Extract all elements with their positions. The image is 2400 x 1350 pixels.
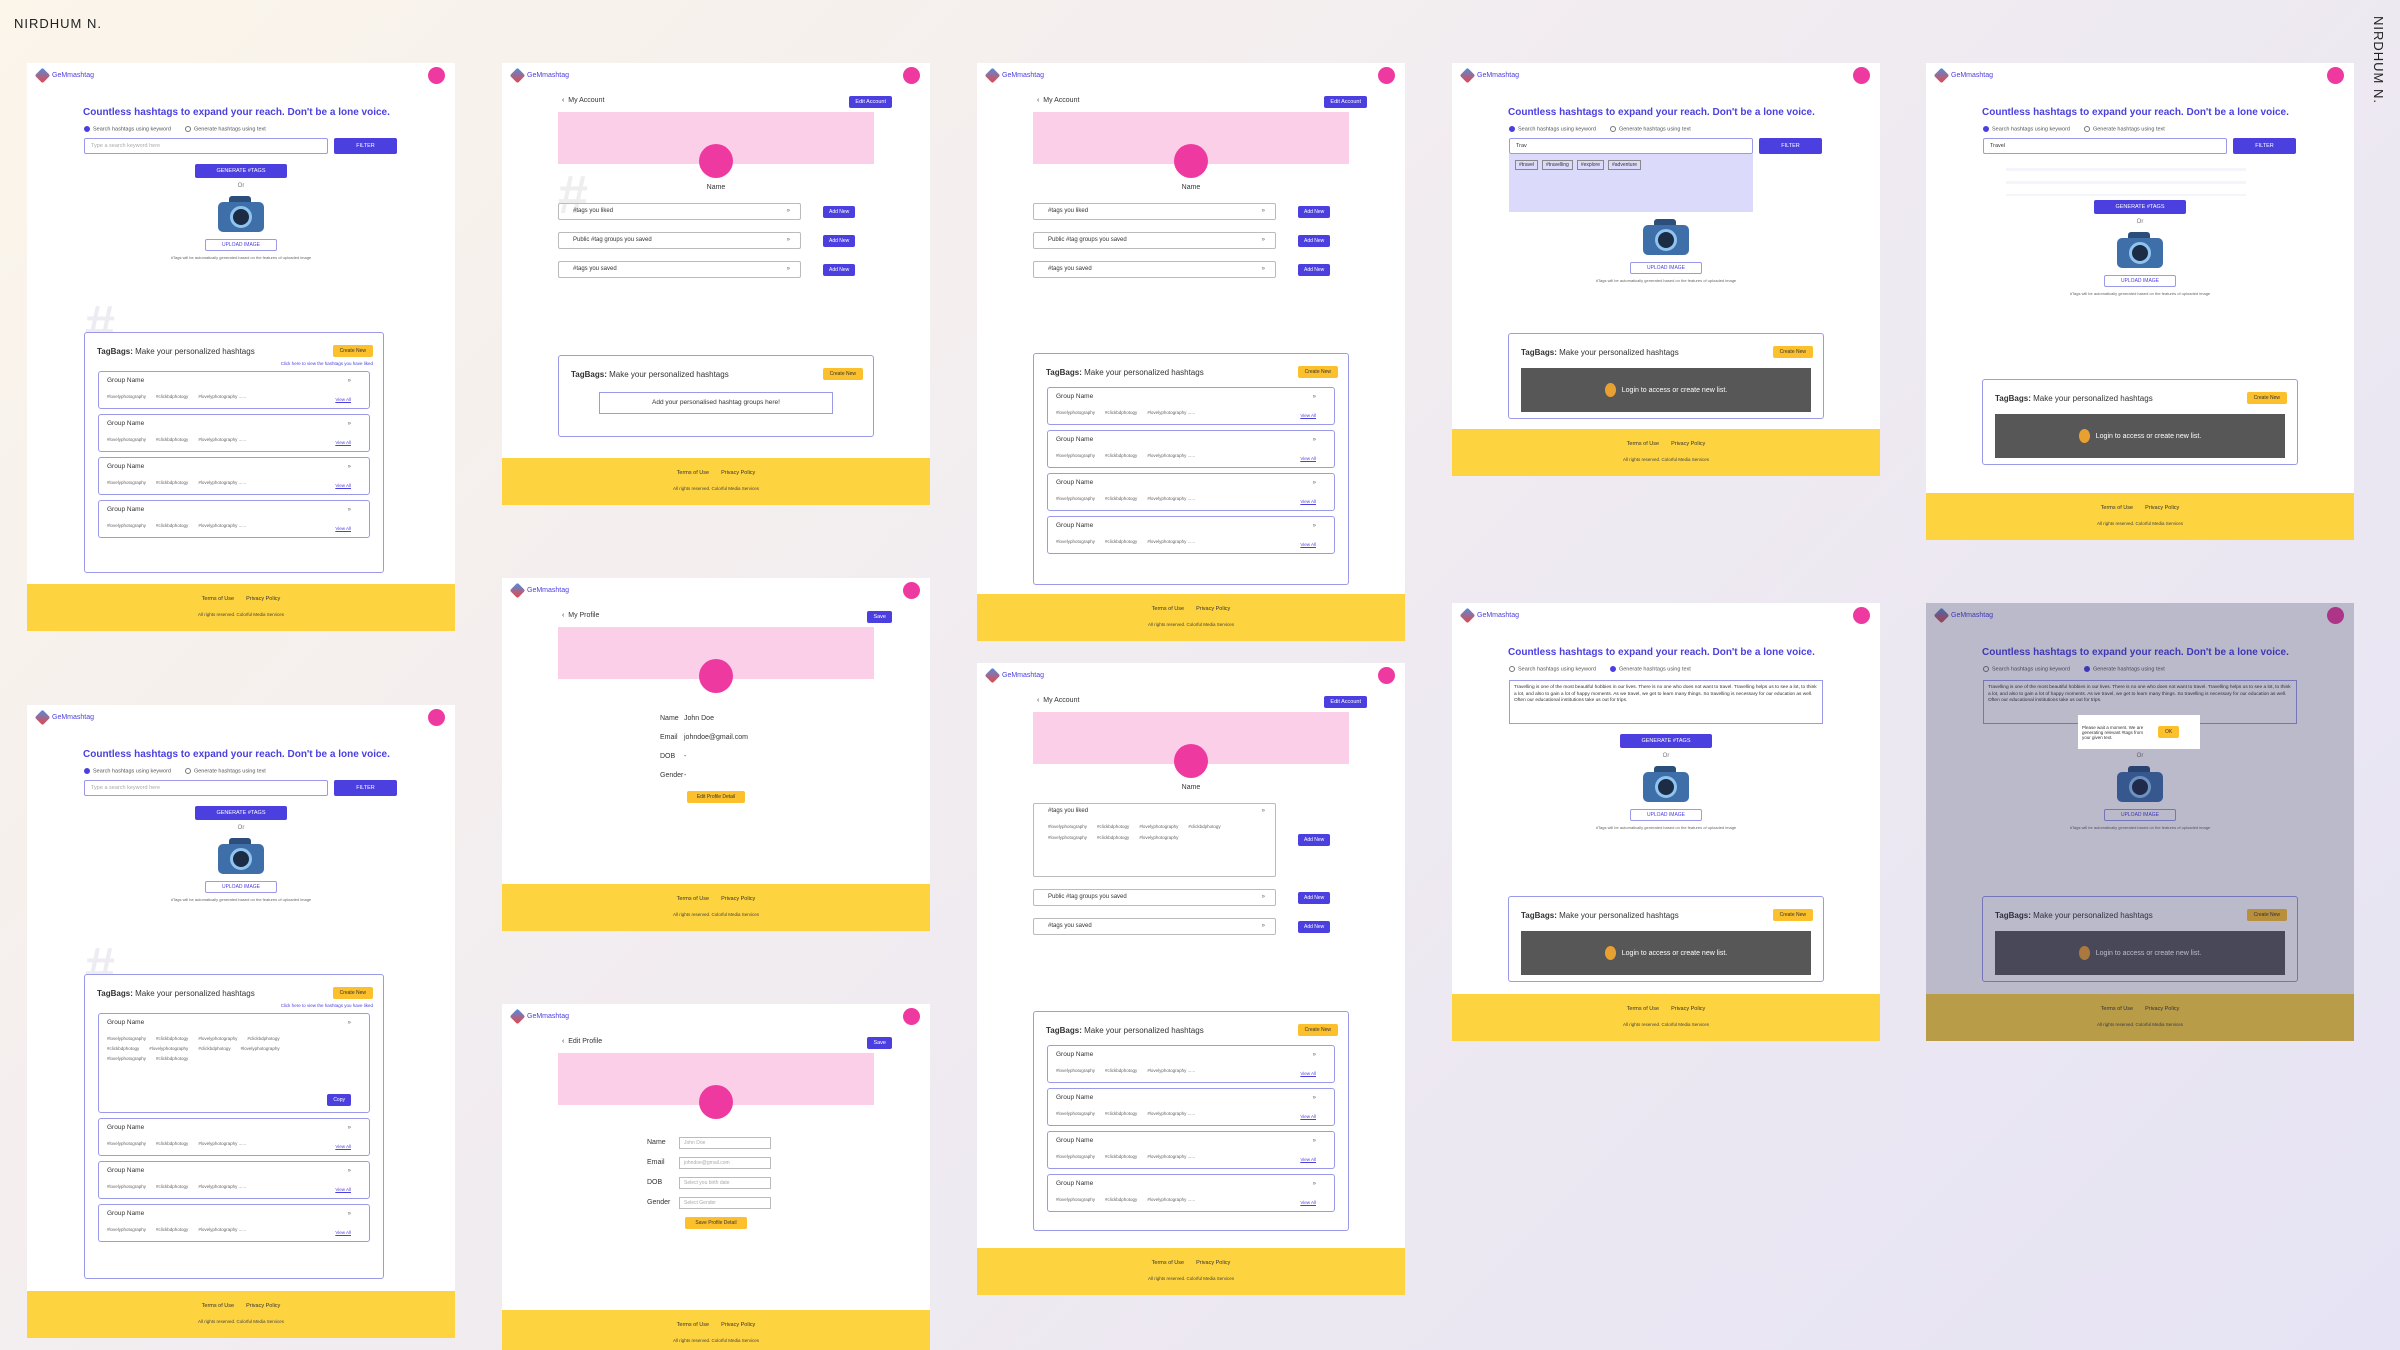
save-button[interactable]: Save — [867, 611, 892, 623]
upload-image-button[interactable]: UPLOAD IMAGE — [205, 239, 277, 252]
frame-home-expanded: GeMmashtag Countless hashtags to expand … — [27, 705, 455, 1338]
create-new-button[interactable]: Create New — [332, 987, 373, 999]
login-banner[interactable]: Login to access or create new list. — [1521, 368, 1811, 412]
profile-avatar — [699, 144, 733, 178]
avatar[interactable] — [1853, 66, 1870, 84]
tagbags-panel: TagBags: Make your personalized hashtags… — [84, 332, 384, 573]
frame-account-liked: GeMmashtag ‹ My Account Edit Account Name… — [977, 663, 1405, 1295]
group-card-expanded[interactable]: Group Name» #lovelyphotography #clickbdpho… — [98, 1013, 370, 1113]
back-link[interactable]: ‹ My Account Edit Account — [977, 687, 1405, 708]
add-new-button[interactable]: Add New — [823, 205, 856, 218]
logo[interactable]: GeMmashtag — [34, 709, 94, 725]
expand-icon: » — [347, 507, 351, 513]
avatar[interactable] — [1853, 606, 1870, 624]
terms-link[interactable]: Terms of Use — [202, 1303, 234, 1309]
group-card[interactable]: Group Name» #lovelyphotography #clickbdpho… — [98, 500, 370, 538]
email-field[interactable]: johndoe@gmail.com — [679, 1157, 771, 1169]
text-input[interactable]: Travelling is one of the most beautiful … — [1509, 680, 1823, 725]
logo[interactable]: GeMmashtag — [34, 67, 94, 83]
tagbags-panel: TagBags: Make your personalized hashtags… — [1033, 1011, 1349, 1231]
back-link[interactable]: ‹ My Account Edit Account — [977, 87, 1405, 108]
tagbags-panel: TagBags: Make your personalized hashtags… — [84, 974, 384, 1279]
group-card[interactable]: Group Name» #lovelyphotography #clickbdpho… — [98, 457, 370, 495]
search-input[interactable]: Trav — [1509, 138, 1753, 155]
frame-profile: GeMmashtag ‹ My Profile Save Name John Doe… — [502, 578, 930, 931]
logo[interactable]: GeMmashtag — [509, 67, 569, 83]
filter-button[interactable]: FILTER — [334, 780, 397, 797]
radio-text[interactable]: Generate hashtags using text — [184, 126, 266, 132]
expand-icon: » — [347, 378, 351, 384]
lock-icon — [1604, 383, 1616, 397]
tagbags-panel: TagBags: Make your personalized hashtags… — [1033, 353, 1349, 585]
public-accordion[interactable]: Public #tag groups you saved» — [558, 232, 801, 249]
privacy-link[interactable]: Privacy Policy — [246, 1303, 280, 1309]
radio-text[interactable]: Generate hashtags using text — [184, 768, 266, 774]
frame-filter: GeMmashtag Countless hashtags to expand … — [1926, 63, 2354, 540]
search-input[interactable]: Type a search keyword here — [84, 138, 328, 155]
avatar[interactable] — [1378, 66, 1395, 84]
group-card[interactable]: Group Name» #lovelyphotography #clickbdpho… — [98, 1161, 370, 1199]
search-input[interactable]: Type a search keyword here — [84, 780, 328, 797]
page-title: Countless hashtags to expand your reach.… — [83, 107, 390, 118]
group-card[interactable]: Group Name» #lovelyphotography #clickbdpho… — [98, 371, 370, 409]
liked-accordion[interactable]: #tags you liked» — [558, 203, 801, 220]
frame-account-empty: GeMmashtag ‹ My Account Edit Account # Na… — [502, 63, 930, 505]
camera-icon — [215, 194, 267, 233]
avatar[interactable] — [428, 66, 445, 84]
loading-popup: Please wait a moment. We are generating … — [2078, 715, 2200, 749]
page-title: Countless hashtags to expand your reach.… — [83, 749, 390, 760]
author-name-vertical: NIRDHUM N. — [2371, 16, 2386, 104]
avatar[interactable] — [903, 581, 920, 599]
group-card[interactable]: Group Name» #lovelyphotography #clickbdpho… — [98, 1204, 370, 1242]
avatar[interactable] — [2327, 66, 2344, 84]
saved-accordion[interactable]: #tags you saved» — [558, 261, 801, 278]
filter-button[interactable]: FILTER — [334, 138, 397, 155]
avatar[interactable] — [428, 708, 445, 726]
filter-options-panel — [2006, 158, 2246, 197]
modal-overlay — [1926, 603, 2354, 1041]
tagbags-panel: TagBags: Make your personalized hashtags… — [558, 355, 874, 437]
expand-icon: » — [347, 421, 351, 427]
ok-button[interactable]: OK — [2158, 726, 2180, 738]
author-name: NIRDHUM N. — [14, 16, 102, 31]
edit-account-button[interactable]: Edit Account — [849, 96, 892, 108]
group-card[interactable]: Group Name» #lovelyphotography #clickbdpho… — [98, 1118, 370, 1156]
liked-link[interactable]: Click here to view the hashtags you have… — [85, 361, 383, 366]
add-group-prompt[interactable]: Add your personalised hashtag groups her… — [599, 392, 833, 414]
frame-generate-text: GeMmashtag Countless hashtags to expand … — [1452, 603, 1880, 1041]
frame-search-suggest: GeMmashtag Countless hashtags to expand … — [1452, 63, 1880, 476]
avatar[interactable] — [903, 66, 920, 84]
edit-profile-button[interactable]: Edit Profile Detail — [687, 791, 745, 803]
save-profile-button[interactable]: Save Profile Detail — [685, 1217, 747, 1229]
radio-keyword[interactable]: Search hashtags using keyword — [84, 126, 171, 132]
frame-edit-profile: GeMmashtag ‹ Edit Profile Save Name John D… — [502, 1004, 930, 1350]
expand-icon: » — [347, 464, 351, 470]
avatar[interactable] — [1378, 666, 1395, 684]
logo-icon — [34, 67, 51, 83]
avatar[interactable] — [903, 1007, 920, 1025]
logo-icon — [34, 709, 51, 725]
upload-image-button[interactable]: UPLOAD IMAGE — [205, 881, 277, 894]
suggestion-dropdown: #travel #travelling #explore #adventure — [1509, 154, 1753, 213]
frame-generating: GeMmashtag Countless hashtags to expand … — [1926, 603, 2354, 1041]
group-card[interactable]: Group Name» #lovelyphotography #clickbdpho… — [98, 414, 370, 452]
create-new-button[interactable]: Create New — [332, 345, 373, 357]
camera-icon — [215, 836, 267, 875]
dob-field[interactable]: Select you birth date — [679, 1177, 771, 1189]
privacy-link[interactable]: Privacy Policy — [246, 596, 280, 602]
name-field[interactable]: John Doe — [679, 1137, 771, 1149]
generate-button[interactable]: GENERATE #TAGS — [195, 806, 287, 821]
generate-button[interactable]: GENERATE #TAGS — [195, 164, 287, 179]
terms-link[interactable]: Terms of Use — [202, 596, 234, 602]
frame-home: GeMmashtag Countless hashtags to expand … — [27, 63, 455, 631]
liked-link[interactable]: Click here to view the hashtags you have… — [85, 1003, 383, 1008]
profile-banner — [558, 112, 874, 178]
gender-select[interactable]: Select Gender — [679, 1197, 771, 1209]
frame-account-groups: GeMmashtag ‹ My Account Edit Account Name… — [977, 63, 1405, 641]
back-link[interactable]: ‹ My Account Edit Account — [502, 87, 930, 108]
back-link[interactable]: ‹ Edit Profile Save — [502, 1028, 930, 1049]
radio-keyword[interactable]: Search hashtags using keyword — [84, 768, 171, 774]
back-link[interactable]: ‹ My Profile Save — [502, 602, 930, 623]
